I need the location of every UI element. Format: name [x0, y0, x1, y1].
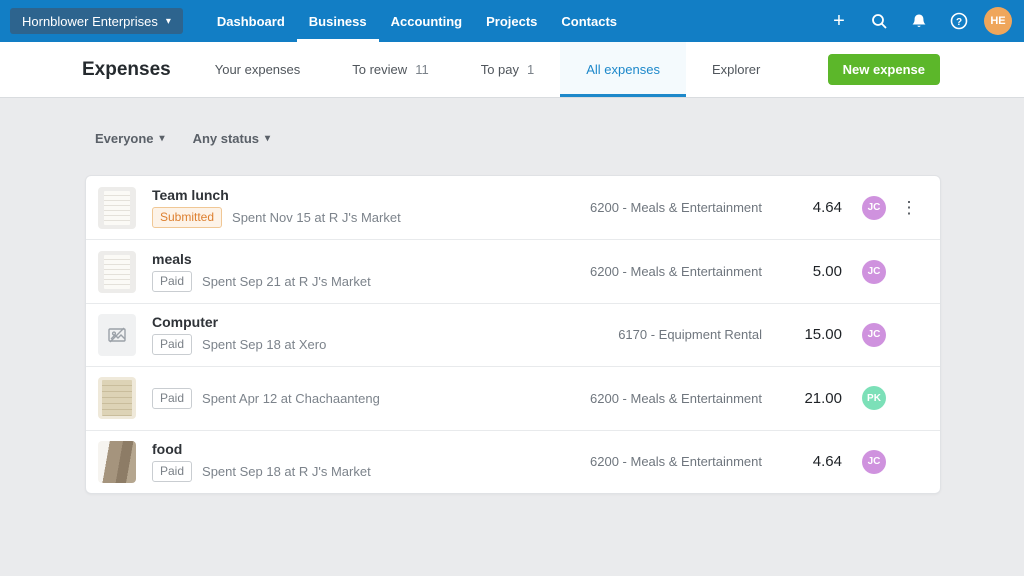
submitter-avatar: PK	[862, 386, 886, 410]
chevron-down-icon: ▾	[265, 133, 270, 144]
expense-amount: 21.00	[780, 390, 842, 407]
expense-description: Spent Apr 12 at Chachaanteng	[202, 391, 380, 406]
nav-item-business[interactable]: Business	[297, 0, 379, 42]
expense-row[interactable]: Paid Spent Apr 12 at Chachaanteng 6200 -…	[86, 366, 940, 429]
expense-description: Spent Sep 18 at R J's Market	[202, 464, 371, 479]
nav-item-projects[interactable]: Projects	[474, 0, 549, 42]
nav-item-dashboard[interactable]: Dashboard	[205, 0, 297, 42]
expense-description: Spent Sep 18 at Xero	[202, 337, 326, 352]
organisation-name: Hornblower Enterprises	[22, 14, 158, 29]
submitter-avatar: JC	[862, 260, 886, 284]
status-badge: Paid	[152, 271, 192, 292]
expense-title: meals	[152, 251, 371, 267]
expense-account: 6200 - Meals & Entertainment	[590, 391, 762, 406]
tab-to-pay[interactable]: To pay 1	[455, 42, 561, 97]
status-badge: Paid	[152, 334, 192, 355]
tab-your-expenses[interactable]: Your expenses	[189, 42, 327, 97]
submitter-avatar: JC	[862, 450, 886, 474]
tab-explorer[interactable]: Explorer	[686, 42, 786, 97]
expense-row[interactable]: Computer Paid Spent Sep 18 at Xero 6170 …	[86, 303, 940, 366]
receipt-thumbnail	[98, 441, 136, 483]
user-filter-dropdown[interactable]: Everyone ▾	[95, 131, 165, 146]
submitter-avatar: JC	[862, 196, 886, 220]
status-badge: Paid	[152, 388, 192, 409]
expenses-header: Expenses Your expenses To review 11 To p…	[0, 42, 1024, 98]
new-expense-button[interactable]: New expense	[828, 54, 940, 85]
search-icon[interactable]	[864, 6, 894, 36]
status-badge: Submitted	[152, 207, 222, 228]
expense-amount: 15.00	[780, 326, 842, 343]
no-receipt-icon	[98, 314, 136, 356]
expense-account: 6200 - Meals & Entertainment	[590, 454, 762, 469]
expense-amount: 5.00	[780, 263, 842, 280]
organisation-selector[interactable]: Hornblower Enterprises ▾	[10, 8, 183, 34]
tab-count: 1	[527, 62, 534, 77]
add-icon[interactable]: +	[824, 6, 854, 36]
tab-to-review[interactable]: To review 11	[326, 42, 454, 97]
expense-description: Spent Sep 21 at R J's Market	[202, 274, 371, 289]
nav-item-contacts[interactable]: Contacts	[549, 0, 629, 42]
receipt-thumbnail	[98, 187, 136, 229]
page-title: Expenses	[82, 59, 171, 81]
status-filter-dropdown[interactable]: Any status ▾	[193, 131, 271, 146]
expense-account: 6200 - Meals & Entertainment	[590, 200, 762, 215]
main-navigation: Dashboard Business Accounting Projects C…	[205, 0, 629, 42]
expense-row[interactable]: Team lunch Submitted Spent Nov 15 at R J…	[86, 176, 940, 239]
expense-description: Spent Nov 15 at R J's Market	[232, 210, 401, 225]
expense-title: food	[152, 441, 371, 457]
row-menu-icon[interactable]: ⋮	[900, 199, 918, 216]
expense-row[interactable]: meals Paid Spent Sep 21 at R J's Market …	[86, 239, 940, 302]
chevron-down-icon: ▾	[160, 133, 165, 144]
tab-count: 11	[415, 62, 429, 77]
receipt-thumbnail	[98, 251, 136, 293]
expense-account: 6170 - Equipment Rental	[618, 327, 762, 342]
expense-row[interactable]: food Paid Spent Sep 18 at R J's Market 6…	[86, 430, 940, 493]
help-icon[interactable]: ?	[944, 6, 974, 36]
expense-list: Team lunch Submitted Spent Nov 15 at R J…	[85, 175, 941, 494]
expense-title: Computer	[152, 314, 326, 330]
svg-text:?: ?	[956, 17, 962, 28]
expense-title: Team lunch	[152, 187, 401, 203]
expenses-tabs: Your expenses To review 11 To pay 1 All …	[189, 42, 787, 97]
tab-all-expenses[interactable]: All expenses	[560, 42, 686, 97]
user-avatar[interactable]: HE	[984, 7, 1012, 35]
notifications-bell-icon[interactable]	[904, 6, 934, 36]
expense-amount: 4.64	[780, 453, 842, 470]
chevron-down-icon: ▾	[166, 16, 171, 27]
nav-item-accounting[interactable]: Accounting	[379, 0, 475, 42]
top-navbar: Hornblower Enterprises ▾ Dashboard Busin…	[0, 0, 1024, 42]
receipt-thumbnail	[98, 377, 136, 419]
topnav-actions: + ? HE	[824, 0, 1024, 42]
expense-amount: 4.64	[780, 199, 842, 216]
expense-account: 6200 - Meals & Entertainment	[590, 264, 762, 279]
filters-bar: Everyone ▾ Any status ▾	[95, 131, 1024, 146]
status-badge: Paid	[152, 461, 192, 482]
submitter-avatar: JC	[862, 323, 886, 347]
